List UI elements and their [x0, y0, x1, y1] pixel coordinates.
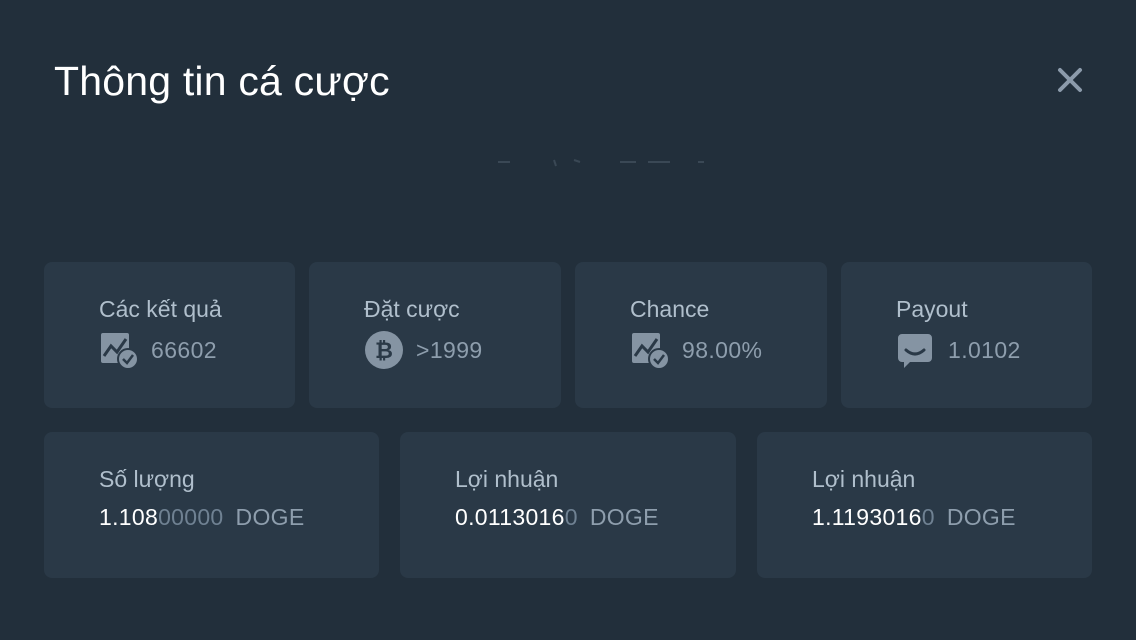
stat-value: 98.00% [682, 336, 763, 363]
stat-label: Chance [630, 296, 710, 322]
amount-card-profit: Lợi nhuận 0.01130160 DOGE [400, 432, 736, 578]
stat-card-payout: Payout 1.0102 [841, 262, 1092, 408]
modal-title: Thông tin cá cược [54, 58, 390, 104]
stat-label: Các kết quả [99, 296, 222, 322]
stat-card-bet: Đặt cược ₿ >1999 [309, 262, 561, 408]
amount-label: Lợi nhuận [455, 466, 559, 492]
amount-main-digits: 1.1193016 [812, 504, 922, 530]
amount-unit: DOGE [589, 504, 659, 530]
amount-value: 1.11930160 DOGE [812, 504, 1016, 531]
chart-check-icon [630, 330, 670, 370]
stat-value: 66602 [151, 336, 217, 363]
amount-dim-digits: 00000 [158, 504, 224, 530]
amount-value: 0.01130160 DOGE [455, 504, 659, 531]
svg-text:₿: ₿ [375, 339, 393, 364]
close-icon [1058, 68, 1082, 92]
amount-unit: DOGE [235, 504, 305, 530]
stat-label: Đặt cược [364, 296, 460, 322]
amount-main-digits: 1.108 [99, 504, 159, 530]
stat-value: >1999 [416, 336, 483, 363]
amount-dim-digits: 0 [564, 504, 578, 530]
stat-card-results: Các kết quả 66602 [44, 262, 295, 408]
amount-unit: DOGE [946, 504, 1016, 530]
smile-chat-icon [896, 330, 936, 370]
amount-card-quantity: Số lượng 1.10800000 DOGE [44, 432, 379, 578]
stat-value: 1.0102 [948, 336, 1021, 363]
stat-label: Payout [896, 296, 968, 322]
amount-card-total-profit: Lợi nhuận 1.11930160 DOGE [757, 432, 1092, 578]
close-button[interactable] [1050, 60, 1090, 100]
chart-check-icon [99, 330, 139, 370]
amount-value: 1.10800000 DOGE [99, 504, 304, 531]
stat-card-chance: Chance 98.00% [575, 262, 827, 408]
amount-dim-digits: 0 [921, 504, 935, 530]
amount-main-digits: 0.0113016 [455, 504, 565, 530]
bitcoin-icon: ₿ [364, 330, 404, 370]
amount-label: Số lượng [99, 466, 195, 492]
faint-separator [498, 159, 704, 167]
bet-info-modal: Thông tin cá cược Các kết quả 66602 Đặt … [0, 0, 1136, 640]
amount-label: Lợi nhuận [812, 466, 916, 492]
